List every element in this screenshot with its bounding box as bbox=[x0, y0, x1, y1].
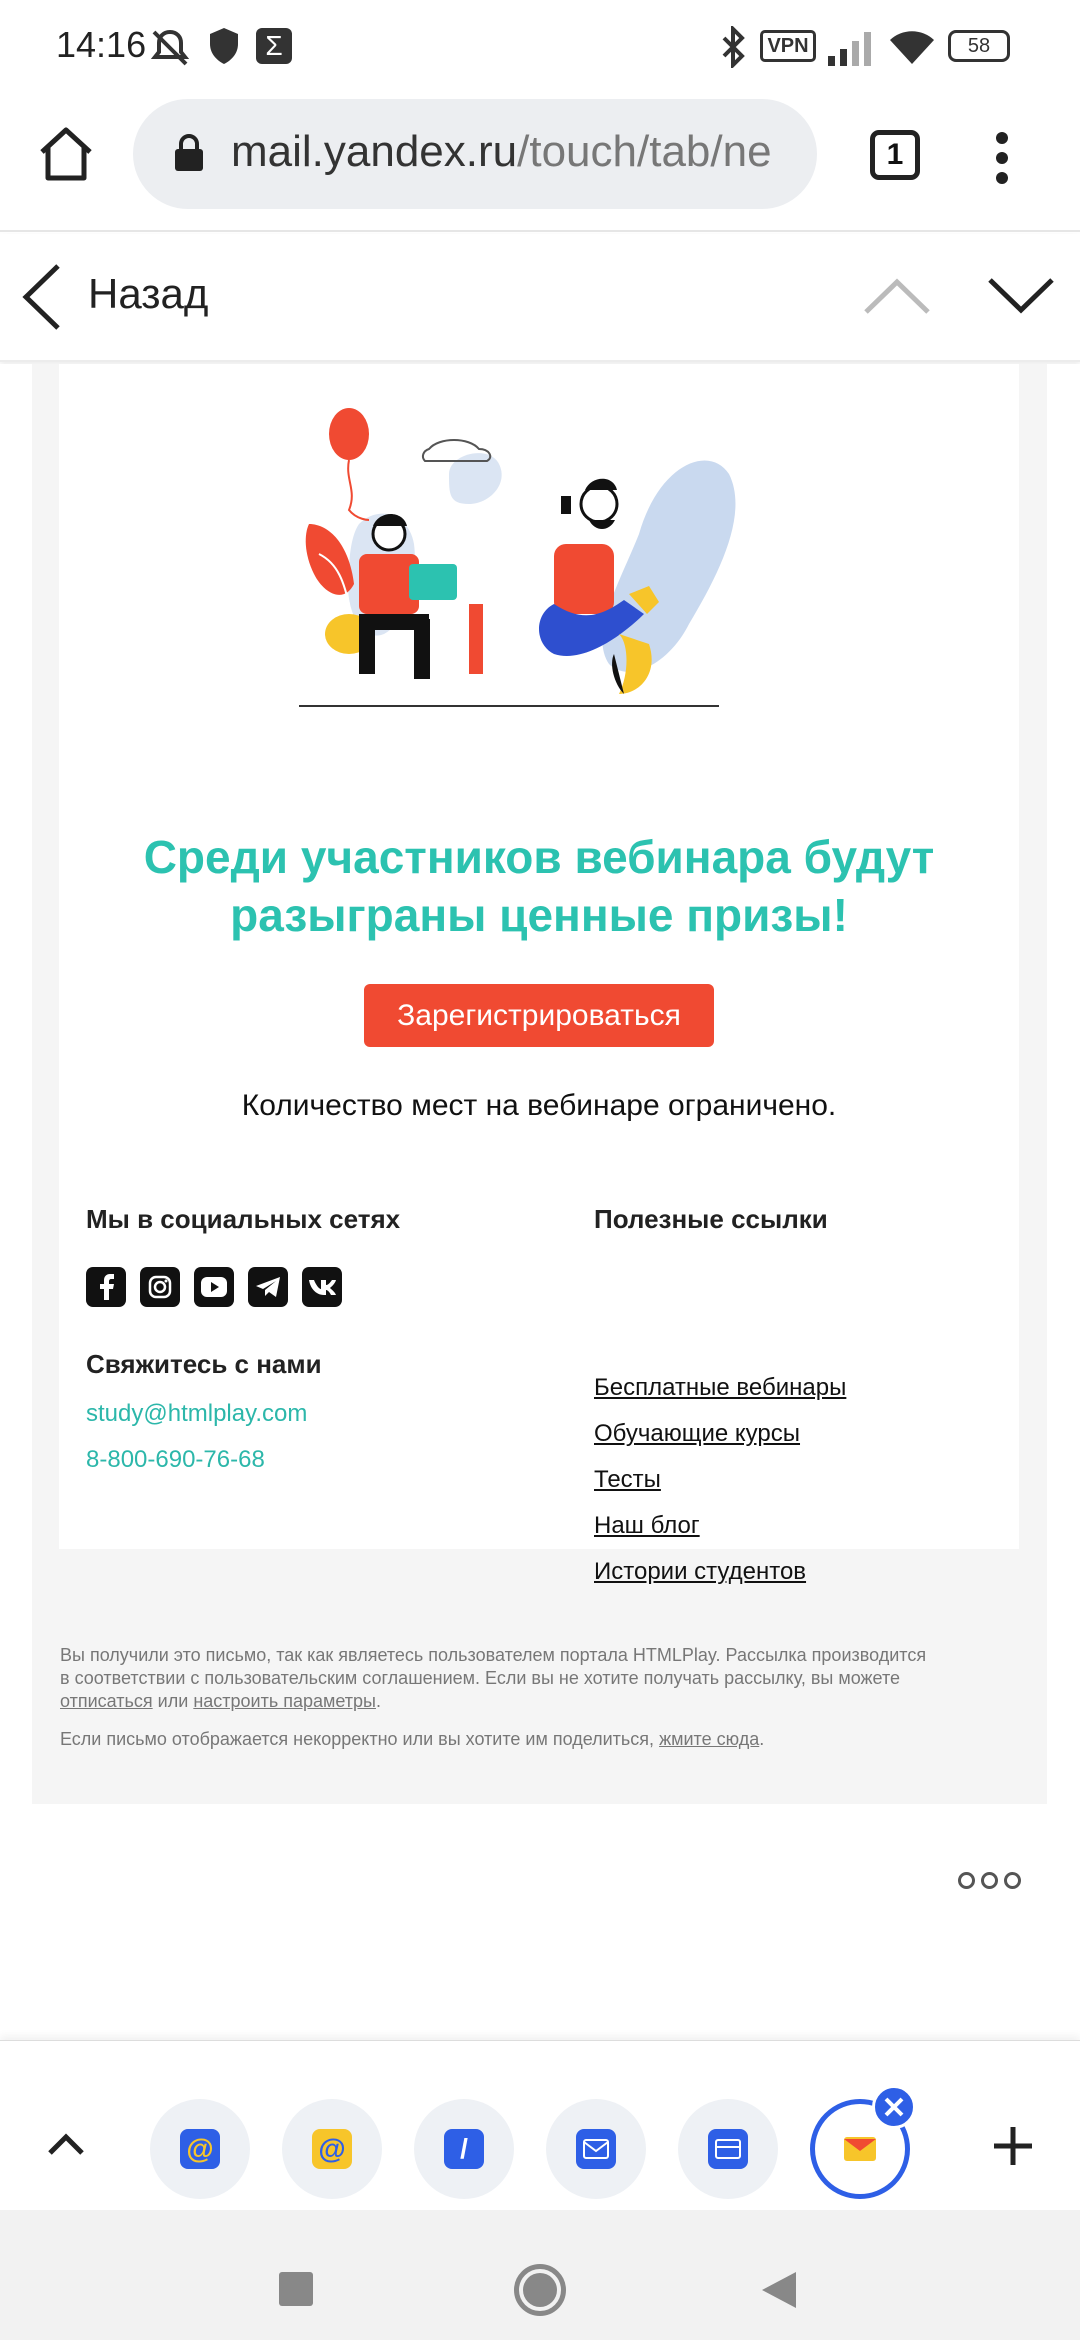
more-actions-icon[interactable] bbox=[958, 1872, 1021, 1889]
notice-line-2: в соответствии с пользовательским соглаш… bbox=[60, 1668, 901, 1688]
overflow-menu-icon[interactable] bbox=[994, 130, 1010, 186]
url-host: mail.yandex.ru bbox=[231, 127, 518, 176]
add-tab-icon[interactable] bbox=[992, 2125, 1034, 2167]
recents-button[interactable] bbox=[279, 2272, 313, 2306]
address-bar[interactable]: mail.yandex.ru/touch/tab/ne bbox=[133, 99, 817, 209]
close-icon bbox=[884, 2097, 904, 2117]
email-card: Среди участников вебинара будут разыгран… bbox=[59, 364, 1019, 1585]
link-courses[interactable]: Обучающие курсы bbox=[594, 1420, 846, 1466]
social-icons bbox=[86, 1267, 342, 1307]
limited-seats-text: Количество мест на вебинаре ограничено. bbox=[241, 1089, 837, 1122]
instagram-icon[interactable] bbox=[140, 1267, 180, 1307]
youtube-icon[interactable] bbox=[194, 1267, 234, 1307]
inbox-icon bbox=[708, 2129, 748, 2169]
click-here-link[interactable]: жмите сюда bbox=[659, 1729, 759, 1749]
url-text: mail.yandex.ru/touch/tab/ne bbox=[231, 127, 772, 177]
link-student-stories[interactable]: Истории студентов bbox=[594, 1558, 846, 1604]
tab-mail-app-2[interactable]: @ bbox=[282, 2099, 382, 2199]
home-system-button[interactable] bbox=[514, 2264, 566, 2316]
lock-icon bbox=[175, 134, 203, 171]
yandex-mail-icon bbox=[844, 2137, 876, 2161]
notice-line-1: Вы получили это письмо, так как являетес… bbox=[60, 1645, 927, 1665]
headline-line-1: Среди участников вебинара будут bbox=[143, 831, 935, 883]
contact-email-link[interactable]: study@htmlplay.com bbox=[86, 1400, 307, 1428]
signal-icon bbox=[828, 32, 871, 66]
browser-toolbar: mail.yandex.ru/touch/tab/ne 1 bbox=[0, 92, 1080, 232]
tab-mail-app-1[interactable]: @ bbox=[150, 2099, 250, 2199]
promo-headline: Среди участников вебинара будут разыгран… bbox=[59, 828, 1019, 944]
notice-or: или bbox=[157, 1691, 189, 1711]
vpn-badge: VPN bbox=[760, 30, 816, 62]
next-message-icon[interactable] bbox=[986, 276, 1056, 316]
close-tab-button[interactable] bbox=[872, 2085, 916, 2129]
register-button[interactable]: Зарегистрироваться bbox=[364, 984, 714, 1047]
share-notice: Если письмо отображается некорректно или… bbox=[60, 1728, 990, 1751]
chevron-up-icon[interactable] bbox=[46, 2133, 86, 2157]
contact-heading: Свяжитесь с нами bbox=[86, 1349, 322, 1379]
back-system-icon[interactable] bbox=[760, 2270, 798, 2310]
useful-links-list: Бесплатные вебинары Обучающие курсы Тест… bbox=[594, 1374, 846, 1604]
tab-mail-client[interactable] bbox=[546, 2099, 646, 2199]
unsubscribe-link[interactable]: отписаться bbox=[60, 1691, 153, 1711]
wifi-icon bbox=[890, 31, 934, 64]
webinar-illustration bbox=[299, 408, 736, 707]
mail-tabs-bar: @ @ / bbox=[0, 2040, 1080, 2210]
mute-icon bbox=[150, 29, 190, 66]
home-icon[interactable] bbox=[36, 124, 96, 184]
status-time: 14:16 bbox=[56, 24, 147, 65]
share-text: Если письмо отображается некорректно или… bbox=[60, 1729, 655, 1749]
mail-nav-bar: Назад bbox=[0, 234, 1080, 362]
system-navigation-bar bbox=[0, 2210, 1080, 2340]
sigma-app-icon: Σ bbox=[256, 28, 292, 64]
notice-line-3: отписаться или настроить параметры. bbox=[60, 1690, 990, 1713]
unsubscribe-notice: Вы получили это письмо, так как являетес… bbox=[60, 1644, 990, 1713]
link-blog[interactable]: Наш блог bbox=[594, 1512, 846, 1558]
vk-icon[interactable] bbox=[302, 1267, 342, 1307]
shield-icon bbox=[210, 28, 238, 64]
bluetooth-icon bbox=[722, 26, 745, 68]
back-button[interactable]: Назад bbox=[88, 270, 208, 318]
back-arrow-icon[interactable] bbox=[20, 262, 64, 332]
social-heading: Мы в социальных сетях bbox=[86, 1204, 401, 1234]
tab-switcher-button[interactable]: 1 bbox=[870, 130, 920, 180]
envelope-icon bbox=[576, 2129, 616, 2169]
telegram-icon[interactable] bbox=[248, 1267, 288, 1307]
previous-message-icon[interactable] bbox=[862, 276, 932, 316]
email-body: Среди участников вебинара будут разыгран… bbox=[0, 364, 1080, 2040]
tab-inbox[interactable] bbox=[678, 2099, 778, 2199]
notice-period: . bbox=[375, 1691, 381, 1711]
share-period: . bbox=[759, 1729, 765, 1749]
at-sign-icon: @ bbox=[180, 2129, 220, 2169]
battery-indicator: 58 bbox=[948, 30, 1010, 62]
link-free-webinars[interactable]: Бесплатные вебинары bbox=[594, 1374, 846, 1420]
settings-link[interactable]: настроить параметры bbox=[193, 1691, 376, 1711]
slash-icon: / bbox=[444, 2129, 484, 2169]
links-heading: Полезные ссылки bbox=[594, 1204, 828, 1234]
headline-line-2: разыграны ценные призы! bbox=[230, 889, 848, 941]
url-path: /touch/tab/ne bbox=[517, 127, 772, 176]
status-bar: 14:16 Σ VPN 58 bbox=[0, 0, 1080, 92]
contact-phone-link[interactable]: 8-800-690-76-68 bbox=[86, 1446, 265, 1474]
at-sign-icon: @ bbox=[312, 2129, 352, 2169]
tab-slash-app[interactable]: / bbox=[414, 2099, 514, 2199]
facebook-icon[interactable] bbox=[86, 1267, 126, 1307]
link-tests[interactable]: Тесты bbox=[594, 1466, 846, 1512]
